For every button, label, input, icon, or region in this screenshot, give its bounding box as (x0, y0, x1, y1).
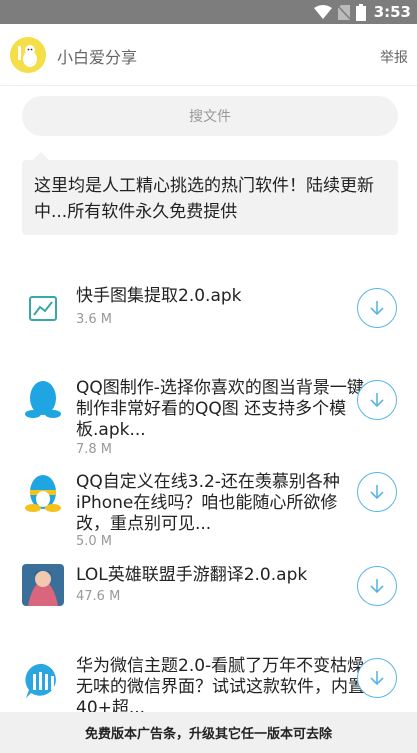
download-button[interactable] (357, 288, 397, 328)
status-icons: 3:53 (313, 0, 411, 24)
file-title: QQ图制作-选择你喜欢的图当背景一键制作非常好看的QQ图 还支持多个模板.apk… (76, 378, 364, 440)
ad-banner[interactable]: 免费版本广告条，升级其它任一版本可去除 (0, 712, 417, 753)
ad-banner-text: 免费版本广告条，升级其它任一版本可去除 (84, 727, 332, 742)
game-character-icon (22, 564, 64, 606)
chat-theme-icon (22, 660, 64, 702)
file-title: 快手图集提取2.0.apk (76, 286, 242, 306)
download-button[interactable] (357, 380, 397, 420)
report-button[interactable]: 举报 (380, 47, 408, 67)
chart-icon (22, 288, 64, 330)
notice-arrow (33, 152, 49, 160)
wifi-icon (313, 5, 332, 19)
download-icon (370, 301, 384, 316)
file-title: QQ自定义在线3.2-还在羡慕别各种iPhone在线吗？咱也能随心所欲修改，重点… (76, 472, 340, 534)
no-sim-icon (337, 4, 350, 20)
file-size: 47.6 M (76, 589, 121, 604)
file-size: 3.6 M (76, 312, 113, 327)
notice-box: 这里均是人工精心挑选的热门软件！陆续更新中...所有软件永久免费提供 (22, 160, 398, 235)
download-button[interactable] (357, 472, 397, 512)
download-button[interactable] (357, 566, 397, 606)
notice-text: 这里均是人工精心挑选的热门软件！陆续更新中...所有软件永久免费提供 (34, 176, 374, 222)
file-title: 华为微信主题2.0-看腻了万年不变枯燥无味的微信界面？试试这款软件，内置40+超… (76, 656, 365, 718)
battery-icon (355, 3, 366, 21)
file-size: 7.8 M (76, 442, 113, 457)
qq-penguin-icon (22, 472, 64, 514)
status-bar: 3:53 (0, 0, 417, 24)
search-placeholder: 搜文件 (189, 109, 231, 125)
download-icon (370, 393, 384, 408)
download-button[interactable] (357, 658, 397, 698)
status-time: 3:53 (373, 3, 411, 21)
avatar[interactable] (10, 37, 46, 73)
search-input[interactable]: 搜文件 (22, 96, 398, 136)
qq-penguin-icon (22, 378, 64, 420)
header: 小白爱分享 举报 (0, 24, 417, 86)
download-icon (370, 671, 384, 686)
download-icon (370, 579, 384, 594)
avatar-image (10, 37, 46, 73)
download-icon (370, 485, 384, 500)
file-title: LOL英雄联盟手游翻译2.0.apk (76, 565, 308, 585)
file-size: 5.0 M (76, 534, 113, 549)
username: 小白爱分享 (57, 48, 138, 67)
